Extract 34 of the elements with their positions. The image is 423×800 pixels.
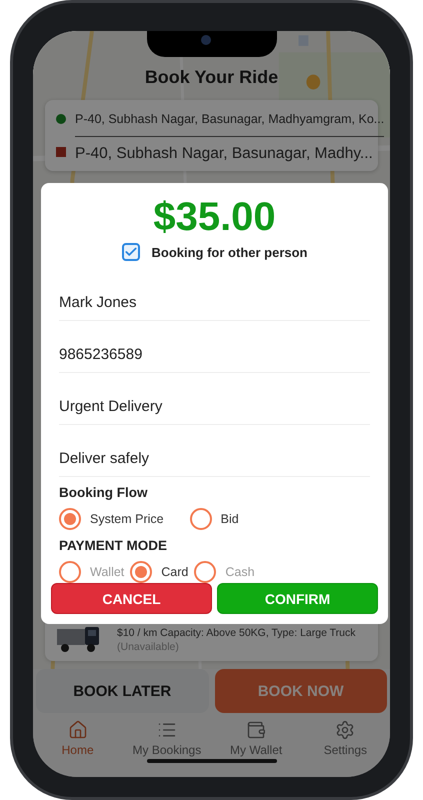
tab-item[interactable]: Settings <box>301 719 390 777</box>
radio-option[interactable]: Bid <box>190 508 239 530</box>
tab-item[interactable]: My Wallet <box>212 719 300 777</box>
screen-title: Book Your Ride <box>144 67 280 88</box>
radio-button[interactable] <box>130 561 152 583</box>
wallet-icon <box>246 720 266 740</box>
tab-item[interactable]: Home <box>34 719 122 777</box>
camera-icon <box>200 35 210 45</box>
section-title: PAYMENT MODE <box>58 538 168 553</box>
radio-option[interactable]: Card <box>130 561 188 583</box>
checkbox[interactable] <box>122 243 140 261</box>
radio-button[interactable] <box>190 508 212 530</box>
book-later-button[interactable]: BOOK LATER <box>36 669 208 713</box>
pickup-dot-icon <box>56 114 66 124</box>
input-field[interactable]: Urgent Delivery <box>59 373 370 425</box>
confirm-button[interactable]: CONFIRM <box>217 583 378 614</box>
input-field[interactable]: Mark Jones <box>59 269 370 321</box>
input-field[interactable]: 9865236589 <box>59 321 370 373</box>
pickup-address[interactable]: P-40, Subhash Nagar, Basunagar, Madhyamgram, Ko... <box>75 108 384 137</box>
cancel-button[interactable]: CANCEL <box>51 583 212 614</box>
input-field[interactable]: Deliver safely <box>59 425 370 477</box>
radio-button[interactable] <box>59 508 81 530</box>
book-now-button[interactable]: BOOK NOW <box>214 669 387 713</box>
tab-item[interactable]: My Bookings <box>122 719 211 777</box>
price-text: $35.00 <box>152 195 277 239</box>
check-icon <box>124 245 138 259</box>
vehicle-details: $10 / km Capacity: Above 50KG, Type: Large Truck <box>117 627 356 639</box>
section-title: Booking Flow <box>58 485 148 500</box>
settings-icon <box>335 720 356 740</box>
drop-address[interactable]: P-40, Subhash Nagar, Basunagar, Madhy... <box>75 137 384 163</box>
drop-square-icon <box>56 147 66 157</box>
checkbox-label: Booking for other person <box>152 244 308 260</box>
radio-option[interactable]: System Price <box>59 508 164 530</box>
home-icon <box>68 720 88 740</box>
